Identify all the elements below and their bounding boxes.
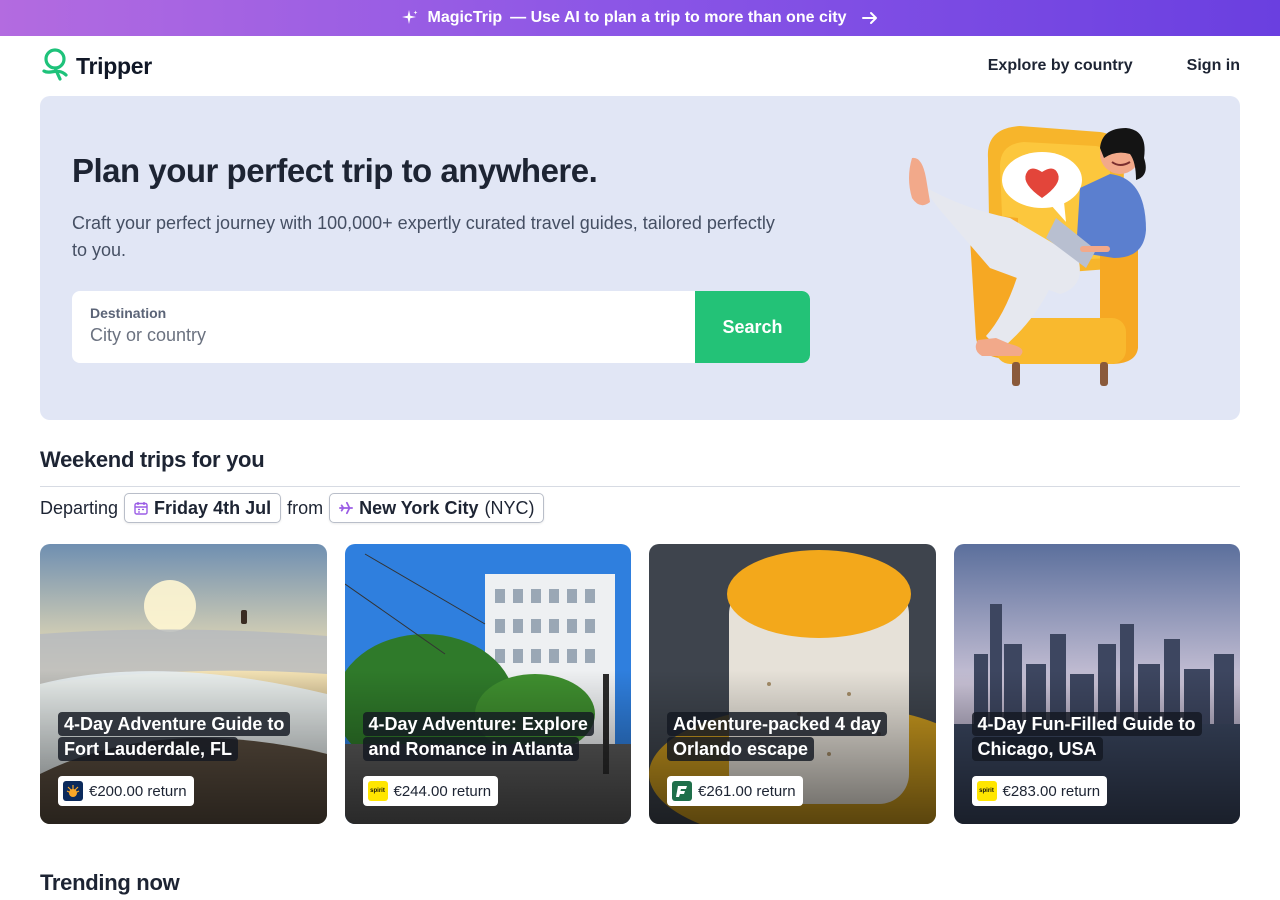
sign-in-link[interactable]: Sign in: [1187, 57, 1240, 75]
destination-search: Destination Search: [72, 291, 810, 363]
section-divider: [40, 486, 1240, 487]
trip-card[interactable]: Adventure-packed 4 day Orlando escape €2…: [649, 544, 936, 824]
trip-card-price: spirit €244.00 return: [362, 776, 499, 806]
departing-label: Departing: [40, 497, 119, 518]
calendar-icon: [134, 501, 148, 515]
trip-card-title: Adventure-packed 4 day Orlando escape: [667, 712, 907, 762]
weekend-trips-heading: Weekend trips for you: [40, 447, 265, 472]
destination-field[interactable]: Destination: [72, 291, 695, 363]
trip-price: €283.00 return: [1002, 782, 1101, 800]
trip-card-title: 4-Day Fun-Filled Guide to Chicago, USA: [971, 712, 1212, 762]
departure-date-chip[interactable]: Friday 4th Jul: [124, 493, 282, 523]
arrow-right-icon: [861, 9, 879, 27]
promo-banner[interactable]: MagicTrip — Use AI to plan a trip to mor…: [0, 0, 1280, 36]
promo-brand: MagicTrip: [427, 9, 503, 26]
trip-price: €244.00 return: [393, 782, 492, 800]
spirit-icon: spirit: [976, 781, 997, 801]
jetblue-sun-icon: [63, 781, 83, 801]
trending-heading: Trending now: [40, 870, 180, 895]
trip-card-title: 4-Day Adventure: Explore and Romance in …: [362, 712, 603, 762]
trip-price: €200.00 return: [89, 782, 187, 800]
trip-card-price: €261.00 return: [667, 776, 803, 806]
hero-subtitle: Craft your perfect journey with 100,000+…: [72, 213, 775, 260]
frontier-icon: [672, 781, 692, 801]
hero-panel: Plan your perfect trip to anywhere. Craf…: [40, 96, 1240, 420]
origin-city-code: (NYC): [484, 497, 535, 518]
origin-city-chip[interactable]: New York City (NYC): [329, 493, 545, 523]
destination-label: Destination: [90, 305, 167, 321]
logo-text: Tripper: [76, 52, 152, 79]
promo-text: — Use AI to plan a trip to more than one…: [510, 9, 847, 26]
hero-title: Plan your perfect trip to anywhere.: [72, 152, 598, 189]
hero-illustration: [900, 118, 1190, 393]
origin-city: New York City: [359, 497, 479, 518]
from-label: from: [287, 497, 324, 518]
spirit-icon: spirit: [367, 781, 388, 801]
trip-card[interactable]: 4-Day Adventure: Explore and Romance in …: [344, 544, 631, 824]
destination-input[interactable]: [90, 325, 677, 346]
explore-by-country-link[interactable]: Explore by country: [988, 57, 1133, 75]
site-header: Tripper Explore by country Sign in: [0, 36, 1280, 96]
logo[interactable]: Tripper: [40, 47, 152, 86]
search-button[interactable]: Search: [695, 291, 810, 363]
tripper-logo-icon: [40, 47, 72, 86]
trip-price: €261.00 return: [698, 782, 796, 800]
trip-card-price: spirit €283.00 return: [971, 776, 1108, 806]
trip-card-title: 4-Day Adventure Guide to Fort Lauderdale…: [58, 712, 298, 762]
main-nav: Explore by country Sign in: [988, 57, 1240, 75]
trip-card[interactable]: 4-Day Fun-Filled Guide to Chicago, USA s…: [953, 544, 1240, 824]
trip-card-price: €200.00 return: [58, 776, 194, 806]
departing-row: Departing Friday 4th Jul from New York C…: [40, 492, 545, 524]
weekend-trip-cards: 4-Day Adventure Guide to Fort Lauderdale…: [40, 544, 1240, 824]
departure-date: Friday 4th Jul: [154, 497, 272, 518]
plane-icon: [339, 501, 354, 515]
trip-card[interactable]: 4-Day Adventure Guide to Fort Lauderdale…: [40, 544, 327, 824]
sparkle-icon: [401, 9, 419, 27]
